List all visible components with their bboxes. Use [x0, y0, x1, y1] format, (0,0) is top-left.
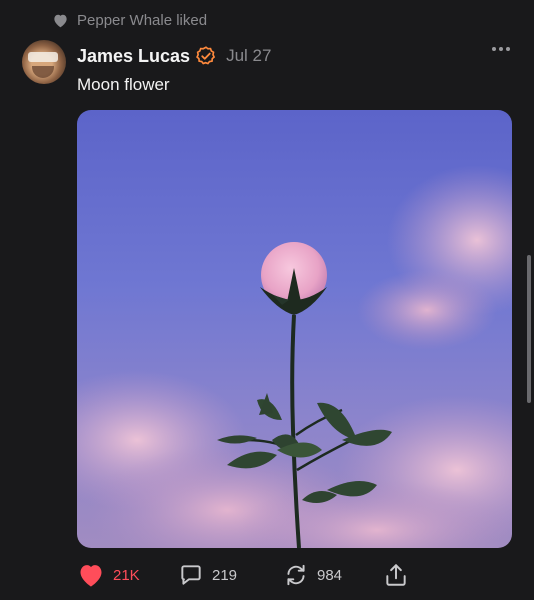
repost-count: 984 — [317, 566, 343, 584]
share-button[interactable] — [383, 560, 409, 590]
like-button[interactable]: 21K — [77, 560, 140, 590]
liked-by-row[interactable]: Pepper Whale liked — [52, 9, 207, 31]
post-date[interactable]: Jul 27 — [226, 46, 271, 66]
liked-by-text: Pepper Whale liked — [77, 11, 208, 29]
verified-badge-icon — [196, 46, 216, 66]
author-name[interactable]: James Lucas — [77, 46, 190, 67]
avatar[interactable] — [22, 40, 66, 84]
reply-button[interactable]: 219 — [178, 560, 237, 590]
scrollbar[interactable] — [527, 255, 531, 403]
comment-icon — [178, 562, 204, 588]
post-image[interactable] — [77, 110, 512, 548]
like-count: 21K — [113, 566, 140, 584]
post-header: James Lucas Jul 27 — [77, 43, 271, 69]
more-options-icon[interactable] — [492, 47, 510, 51]
reply-count: 219 — [212, 566, 238, 584]
heart-icon — [52, 13, 69, 28]
heart-icon — [77, 562, 105, 588]
action-bar: 21K 219 984 — [77, 560, 517, 590]
share-icon — [383, 562, 409, 588]
repost-button[interactable]: 984 — [283, 560, 342, 590]
post-text: Moon flower — [77, 75, 170, 94]
repost-icon — [283, 562, 309, 588]
